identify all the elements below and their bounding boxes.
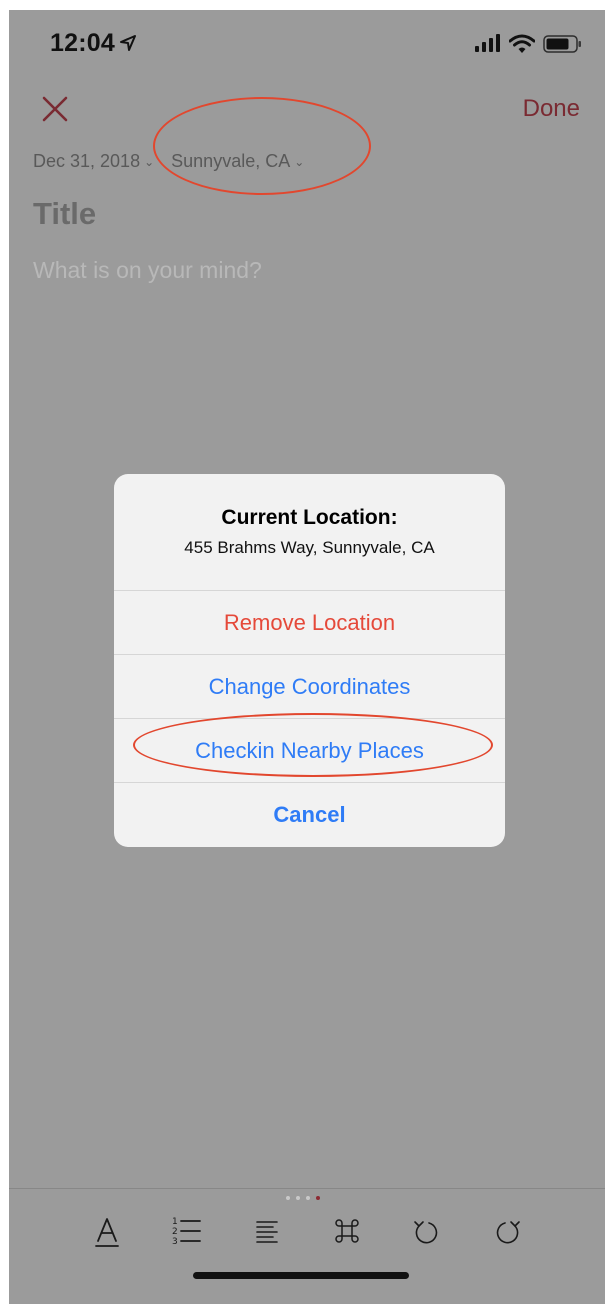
cancel-button[interactable]: Cancel <box>114 782 505 846</box>
status-bar: 12:04 <box>9 10 605 80</box>
remove-location-button[interactable]: Remove Location <box>114 590 505 654</box>
screen: 12:04 Done Dec 31, 2018 ⌄ Sunnyvale, CA … <box>9 10 605 1304</box>
align-icon[interactable] <box>247 1211 287 1251</box>
body-field[interactable]: What is on your mind? <box>33 257 262 284</box>
close-icon[interactable] <box>39 93 71 125</box>
svg-text:3: 3 <box>172 1237 178 1247</box>
annotation-ellipse-location <box>153 97 371 195</box>
alert-title: Current Location: <box>221 506 398 529</box>
battery-icon <box>543 35 581 53</box>
page-dot <box>296 1196 300 1200</box>
svg-text:2: 2 <box>172 1227 178 1237</box>
numbered-list-icon[interactable]: 1 2 3 <box>167 1211 207 1251</box>
home-indicator[interactable] <box>193 1272 409 1279</box>
title-field[interactable]: Title <box>33 196 96 232</box>
editor-toolbar: 1 2 3 <box>9 1188 605 1304</box>
redo-icon[interactable] <box>487 1211 527 1251</box>
page-indicator <box>286 1196 336 1204</box>
done-button[interactable]: Done <box>523 95 580 123</box>
alert-message: 455 Brahms Way, Sunnyvale, CA <box>184 538 435 557</box>
cellular-signal-icon <box>475 34 500 52</box>
wifi-icon <box>509 34 535 53</box>
location-action-sheet: Current Location: 455 Brahms Way, Sunnyv… <box>114 474 505 847</box>
alert-header: Current Location: 455 Brahms Way, Sunnyv… <box>114 474 505 590</box>
status-icons <box>475 34 585 54</box>
page-dot <box>286 1196 290 1200</box>
page-dot <box>306 1196 310 1200</box>
change-coordinates-button[interactable]: Change Coordinates <box>114 654 505 718</box>
status-time: 12:04 <box>50 29 115 57</box>
command-icon[interactable] <box>327 1211 367 1251</box>
date-picker[interactable]: Dec 31, 2018 ⌄ <box>33 151 154 172</box>
chevron-down-icon: ⌄ <box>144 155 155 170</box>
location-arrow-icon <box>119 34 137 52</box>
annotation-ellipse-checkin <box>133 713 493 777</box>
entry-date: Dec 31, 2018 <box>33 151 141 171</box>
svg-text:1: 1 <box>172 1217 178 1227</box>
page-dot-active <box>316 1196 320 1200</box>
text-format-icon[interactable] <box>87 1211 127 1251</box>
undo-icon[interactable] <box>407 1211 447 1251</box>
